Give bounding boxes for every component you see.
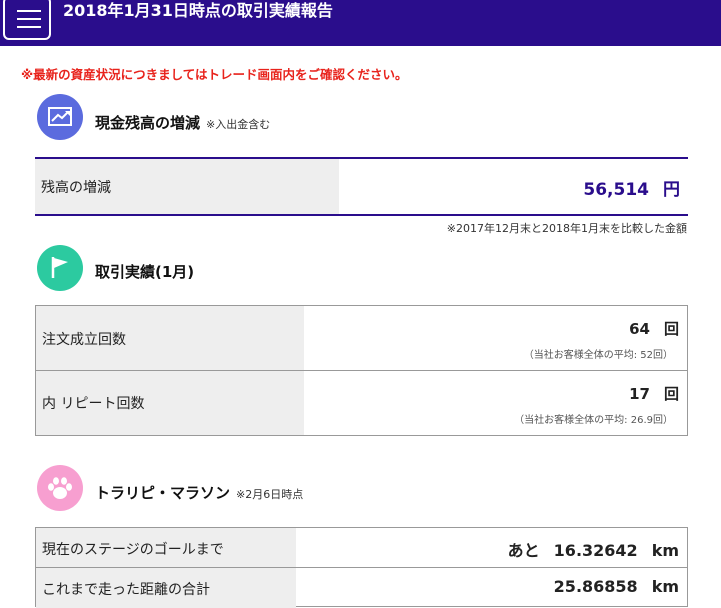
paw-icon	[37, 465, 83, 511]
trend-chart-icon	[37, 94, 83, 140]
marathon-box: 現在のステージのゴールまで あと 16.32642 km これまで走った距離の合計 …	[35, 527, 688, 608]
repeat-orders-row: 内 リピート回数 17 回 （当社お客様全体の平均: 26.9回）	[36, 371, 687, 435]
total-distance-label: これまで走った距離の合計	[42, 582, 210, 598]
total-distance-row: これまで走った距離の合計 25.86858 km	[36, 568, 687, 608]
total-distance-value: 25.86858 km	[553, 577, 679, 596]
cash-section-title: 現金残高の増減 ※入出金含む	[95, 114, 271, 132]
balance-change-label: 残高の増減	[41, 180, 111, 196]
distance-to-goal-value: あと 16.32642 km	[507, 541, 679, 560]
repeat-orders-value: 17 回	[629, 385, 679, 403]
marathon-section-note: ※2月6日時点	[236, 488, 304, 501]
orders-filled-label: 注文成立回数	[42, 332, 126, 348]
distance-to-goal-label: 現在のステージのゴールまで	[42, 542, 224, 558]
marathon-section-title: トラリピ・マラソン ※2月6日時点	[95, 484, 304, 502]
cash-balance-box: 残高の増減 56,514 円	[35, 157, 688, 216]
cash-section-note: ※入出金含む	[206, 118, 271, 131]
orders-filled-average: （当社お客様全体の平均: 52回）	[523, 350, 673, 361]
repeat-orders-label: 内 リピート回数	[42, 396, 145, 412]
report-header: 2018年1月31日時点の取引実績報告	[0, 0, 721, 46]
orders-filled-row: 注文成立回数 64 回 （当社お客様全体の平均: 52回）	[36, 306, 687, 371]
trades-box: 注文成立回数 64 回 （当社お客様全体の平均: 52回） 内 リピート回数 17…	[35, 305, 688, 436]
document-list-icon	[3, 0, 51, 40]
trades-section-title: 取引実績(1月)	[95, 263, 195, 281]
balance-change-row: 残高の増減 56,514 円	[35, 159, 688, 214]
flag-icon	[37, 245, 83, 291]
latest-status-notice: ※最新の資産状況につきましてはトレード画面内をご確認ください。	[21, 67, 408, 82]
balance-change-value: 56,514 円	[583, 180, 680, 200]
repeat-orders-average: （当社お客様全体の平均: 26.9回）	[514, 415, 673, 426]
distance-to-goal-row: 現在のステージのゴールまで あと 16.32642 km	[36, 528, 687, 568]
balance-footnote: ※2017年12月末と2018年1月末を比較した金額	[446, 222, 687, 235]
report-title: 2018年1月31日時点の取引実績報告	[63, 1, 333, 20]
orders-filled-value: 64 回	[629, 320, 679, 338]
